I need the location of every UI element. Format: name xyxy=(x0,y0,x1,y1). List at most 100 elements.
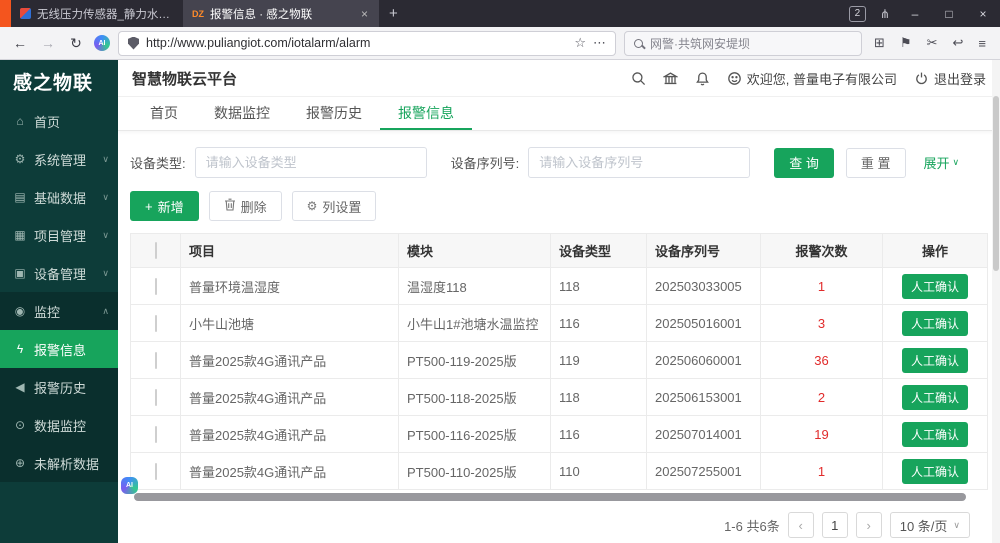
confirm-button[interactable]: 人工确认 xyxy=(902,459,968,484)
search-icon[interactable] xyxy=(631,71,646,86)
sidebar-item-alarm-info[interactable]: ϟ 报警信息 xyxy=(0,330,118,368)
back-button[interactable]: ← xyxy=(10,35,30,51)
extensions-icon[interactable]: ⋔ xyxy=(880,7,890,21)
confirm-button[interactable]: 人工确认 xyxy=(902,311,968,336)
chevron-down-icon: ∨ xyxy=(953,520,960,531)
sidebar-item-label: 监控 xyxy=(34,302,60,321)
horizontal-scrollbar[interactable] xyxy=(130,493,988,501)
scrollbar-thumb[interactable] xyxy=(993,96,999,271)
eye-icon: ⊙ xyxy=(13,418,27,432)
power-icon xyxy=(914,71,929,86)
tab-home[interactable]: 首页 xyxy=(132,97,196,130)
browser-tab-active[interactable]: DZ 报警信息 · 感之物联 × xyxy=(183,0,379,27)
minimize-button[interactable]: – xyxy=(898,0,932,27)
row-checkbox[interactable] xyxy=(155,352,157,369)
tab-title: 报警信息 · 感之物联 xyxy=(210,6,353,22)
select-all-checkbox[interactable] xyxy=(155,242,157,259)
maximize-button[interactable]: □ xyxy=(932,0,966,27)
cell-serial: 202506153001 xyxy=(647,379,761,416)
sidebar-item-data-monitor[interactable]: ⊙ 数据监控 xyxy=(0,406,118,444)
row-checkbox[interactable] xyxy=(155,315,157,332)
search-button[interactable]: 查 询 xyxy=(774,148,834,178)
sidebar-item-device[interactable]: ▣ 设备管理 ∨ xyxy=(0,254,118,292)
sidebar: 感之物联 ⌂ 首页 ⚙ 系统管理 ∨ ▤ 基础数据 ∨ ▦ 项目管理 ∨ ▣ 设… xyxy=(0,60,118,543)
row-checkbox[interactable] xyxy=(155,463,157,480)
firefox-view-button[interactable] xyxy=(0,0,11,27)
chevron-down-icon: ∨ xyxy=(102,154,109,165)
bell-icon[interactable] xyxy=(695,71,710,86)
tracking-protection-shield-icon[interactable] xyxy=(128,37,139,50)
next-page-button[interactable]: › xyxy=(856,512,882,538)
sidebar-item-monitor[interactable]: ◉ 监控 ∧ xyxy=(0,292,118,330)
vertical-scrollbar[interactable] xyxy=(992,60,1000,543)
logout-button[interactable]: 退出登录 xyxy=(914,69,986,88)
close-tab-icon[interactable]: × xyxy=(359,7,370,21)
sidebar-item-system[interactable]: ⚙ 系统管理 ∨ xyxy=(0,140,118,178)
url-bar[interactable]: http://www.puliangiot.com/iotalarm/alarm… xyxy=(118,31,616,56)
sidebar-item-project[interactable]: ▦ 项目管理 ∨ xyxy=(0,216,118,254)
cell-type: 116 xyxy=(551,416,647,453)
page-number-button[interactable]: 1 xyxy=(822,512,848,538)
tab-alarm-info[interactable]: 报警信息 xyxy=(380,97,472,130)
gear-icon: ⚙ xyxy=(13,152,27,166)
toolbar-icons: ⊞ ⚑ ✂ ↩ ≡ xyxy=(870,35,990,51)
add-button[interactable]: + 新增 xyxy=(130,191,199,221)
reload-button[interactable]: ↻ xyxy=(66,35,86,52)
undo-icon[interactable]: ↩ xyxy=(953,35,964,51)
confirm-button[interactable]: 人工确认 xyxy=(902,422,968,447)
device-icon: ▣ xyxy=(13,266,27,280)
browser-tab-inactive[interactable]: 无线压力传感器_静力水准仪... xyxy=(11,0,183,27)
delete-button[interactable]: 删除 xyxy=(209,191,282,221)
url-text[interactable]: http://www.puliangiot.com/iotalarm/alarm xyxy=(146,36,567,50)
flag-icon[interactable]: ⚑ xyxy=(900,35,912,51)
tab-count-badge[interactable]: 2 xyxy=(849,6,866,22)
sidebar-item-alarm-history[interactable]: ◀ 报警历史 xyxy=(0,368,118,406)
row-checkbox[interactable] xyxy=(155,278,157,295)
new-tab-button[interactable]: + xyxy=(379,5,408,22)
cell-project: 普量环境温湿度 xyxy=(181,268,399,305)
close-window-button[interactable]: × xyxy=(966,0,1000,27)
device-type-input[interactable] xyxy=(195,147,427,178)
site-favicon xyxy=(20,8,31,19)
row-checkbox[interactable] xyxy=(155,389,157,406)
ai-assistant-button[interactable]: AI xyxy=(121,477,138,494)
confirm-button[interactable]: 人工确认 xyxy=(902,348,968,373)
scrollbar-thumb[interactable] xyxy=(134,493,966,501)
bookmark-star-icon[interactable]: ☆ xyxy=(574,35,586,51)
table-row: 小牛山池塘 小牛山1#池塘水温监控 116 202505016001 3 人工确… xyxy=(131,305,988,342)
tab-alarm-history[interactable]: 报警历史 xyxy=(288,97,380,130)
confirm-button[interactable]: 人工确认 xyxy=(902,385,968,410)
confirm-button[interactable]: 人工确认 xyxy=(902,274,968,299)
scissors-icon[interactable]: ✂ xyxy=(927,35,938,51)
app-logo: 感之物联 xyxy=(0,60,118,102)
prev-page-button[interactable]: ‹ xyxy=(788,512,814,538)
welcome-user[interactable]: 欢迎您, 普量电子有限公司 xyxy=(727,69,897,88)
reset-button[interactable]: 重 置 xyxy=(846,148,906,178)
apps-grid-icon[interactable]: ⊞ xyxy=(874,35,885,51)
user-smile-icon xyxy=(727,71,742,86)
monitor-icon: ◉ xyxy=(13,304,27,318)
more-options-icon[interactable]: ⋯ xyxy=(593,35,606,51)
sidebar-item-unparsed-data[interactable]: ⊕ 未解析数据 xyxy=(0,444,118,482)
sidebar-item-label: 设备管理 xyxy=(34,264,86,283)
sidebar-item-base-data[interactable]: ▤ 基础数据 ∨ xyxy=(0,178,118,216)
browser-search-input[interactable]: 网警·共筑网安堤坝 xyxy=(624,31,862,56)
column-settings-button[interactable]: ⚙ 列设置 xyxy=(292,191,377,221)
app-header: 智慧物联云平台 欢迎您, 普量电子有限公司 xyxy=(118,60,1000,97)
page-size-select[interactable]: 10 条/页 ∨ xyxy=(890,512,970,538)
cell-module: 小牛山1#池塘水温监控 xyxy=(399,305,551,342)
tab-data-monitor[interactable]: 数据监控 xyxy=(196,97,288,130)
forward-button[interactable]: → xyxy=(38,35,58,51)
expand-link[interactable]: 展开 ∨ xyxy=(924,153,960,172)
table-header-row: 项目 模块 设备类型 设备序列号 报警次数 操作 xyxy=(131,234,988,268)
menu-icon[interactable]: ≡ xyxy=(978,36,986,51)
cell-project: 普量2025款4G通讯产品 xyxy=(181,416,399,453)
bank-icon[interactable] xyxy=(663,71,678,86)
tab-label: 报警信息 xyxy=(398,103,454,123)
row-checkbox[interactable] xyxy=(155,426,157,443)
ai-extension-icon[interactable]: AI xyxy=(94,35,110,51)
gear-icon: ⚙ xyxy=(307,199,318,213)
browser-toolbar: ← → ↻ AI http://www.puliangiot.com/iotal… xyxy=(0,27,1000,60)
serial-input[interactable] xyxy=(528,147,750,178)
sidebar-item-home[interactable]: ⌂ 首页 xyxy=(0,102,118,140)
